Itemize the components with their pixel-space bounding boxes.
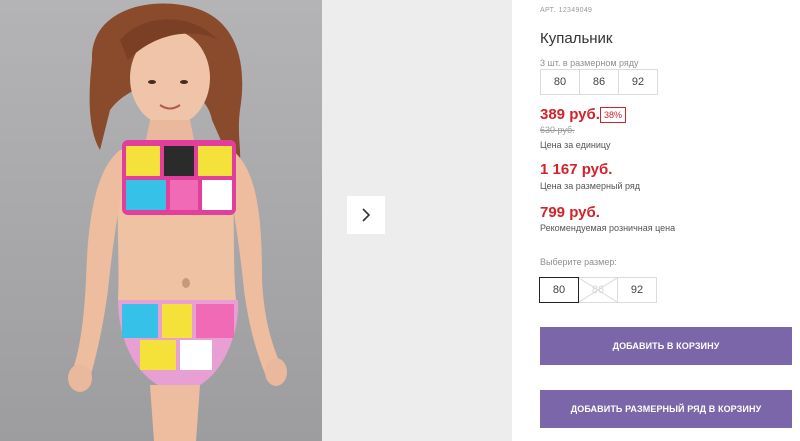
unit-price: 389 руб. bbox=[540, 106, 600, 123]
size-option-label: 86 bbox=[591, 284, 605, 296]
child-in-swimsuit-image bbox=[0, 0, 322, 441]
article-number: АРТ. 12349049 bbox=[540, 7, 595, 14]
unit-price-caption: Цена за единицу bbox=[540, 140, 611, 150]
size-option-80[interactable]: 80 bbox=[539, 277, 579, 303]
size-range-item: 80 bbox=[540, 69, 580, 95]
product-info-panel: АРТ. 12349049 Купальник 3 шт. в размерном… bbox=[512, 0, 800, 441]
old-price: 630 руб. bbox=[540, 125, 575, 135]
range-price: 1 167 руб. bbox=[540, 161, 613, 178]
size-range-item: 92 bbox=[618, 69, 658, 95]
size-range-note: 3 шт. в размерном ряду bbox=[540, 58, 639, 68]
size-option-86[interactable]: 86 bbox=[578, 277, 618, 303]
size-option-92[interactable]: 92 bbox=[617, 277, 657, 303]
add-size-range-to-cart-button[interactable]: ДОБАВИТЬ РАЗМЕРНЫЙ РЯД В КОРЗИНУ bbox=[540, 390, 792, 428]
size-range-list: 80 86 92 bbox=[540, 69, 658, 95]
chevron-right-icon bbox=[362, 208, 371, 222]
next-image-button[interactable] bbox=[347, 196, 385, 234]
product-gallery bbox=[0, 0, 512, 441]
product-photo[interactable] bbox=[0, 0, 322, 441]
article-value: 12349049 bbox=[558, 7, 593, 14]
add-to-cart-button[interactable]: ДОБАВИТЬ В КОРЗИНУ bbox=[540, 327, 792, 365]
article-label: АРТ. bbox=[540, 7, 556, 14]
retail-price: 799 руб. bbox=[540, 204, 600, 221]
discount-badge: 38% bbox=[600, 107, 627, 123]
product-title: Купальник bbox=[540, 30, 613, 47]
size-range-item: 86 bbox=[579, 69, 619, 95]
size-picker-label: Выберите размер: bbox=[540, 257, 617, 267]
retail-price-caption: Рекомендуемая розничная цена bbox=[540, 223, 676, 233]
range-price-caption: Цена за размерный ряд bbox=[540, 181, 641, 191]
size-picker: 80 86 92 bbox=[539, 277, 657, 303]
